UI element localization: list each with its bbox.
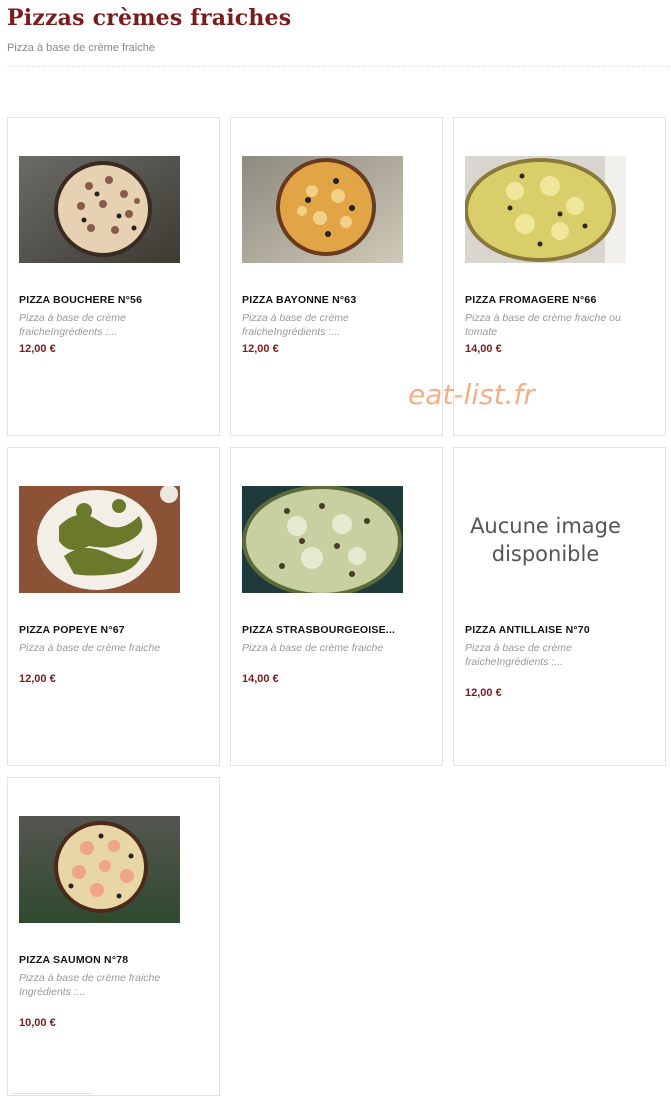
product-card[interactable]: PIZZA BOUCHERE N°56 Pizza à base de crèm… [7,117,220,436]
product-name[interactable]: PIZZA BOUCHERE N°56 [19,294,214,306]
pizza-bouchere-photo[interactable] [19,156,180,263]
product-card[interactable]: PIZZA STRASBOURGEOISE... Pizza à base de… [230,447,443,766]
page-title: Pizzas crèmes fraiches [7,5,292,31]
pizza-bayonne-photo[interactable] [242,156,403,263]
pizza-saumon-photo[interactable] [19,816,180,923]
pizza-popeye-photo[interactable] [19,486,180,593]
product-name[interactable]: PIZZA FROMAGERE N°66 [465,294,660,306]
product-price: 14,00 € [465,343,502,355]
product-price: 12,00 € [465,687,502,699]
product-description: Pizza à base de crème fraiche [242,642,384,654]
pizza-strasbourgeoise-photo[interactable] [242,486,403,593]
product-card[interactable]: Aucune image disponible PIZZA ANTILLAISE… [453,447,666,766]
product-name[interactable]: PIZZA BAYONNE N°63 [242,294,437,306]
watermark: eat-list.fr [408,378,535,411]
product-card[interactable]: PIZZA POPEYE N°67 Pizza à base de crème … [7,447,220,766]
product-description: Pizza à base de crème fraicheIngrédients… [465,642,572,668]
page-subtitle: Pizza à base de crème fraiche [7,42,155,54]
product-description: Pizza à base de crème fraiche [19,642,161,654]
product-price: 10,00 € [19,1017,56,1029]
product-description: Pizza à base de crème fraiche ou tomate [465,312,621,338]
product-price: 12,00 € [242,343,279,355]
header-divider [7,66,670,67]
product-grid: PIZZA BOUCHERE N°56 Pizza à base de crèm… [7,117,667,1097]
product-name[interactable]: PIZZA POPEYE N°67 [19,624,214,636]
product-description: Pizza à base de crème fraicheIngrédients… [242,312,349,338]
product-description: Pizza à base de crème fraicheIngrédients… [19,312,126,338]
product-price: 12,00 € [19,343,56,355]
pizza-fromagere-photo[interactable] [465,156,626,263]
product-card[interactable]: PIZZA SAUMON N°78 Pizza à base de crème … [7,777,220,1096]
product-price: 12,00 € [19,673,56,685]
product-description: Pizza à base de crème fraiche Ingrédient… [19,972,161,998]
product-price: 14,00 € [242,673,279,685]
no-image-placeholder[interactable]: Aucune image disponible [465,486,626,593]
product-name[interactable]: PIZZA STRASBOURGEOISE... [242,624,437,636]
product-name[interactable]: PIZZA ANTILLAISE N°70 [465,624,660,636]
bottom-divider [11,1093,93,1097]
product-name[interactable]: PIZZA SAUMON N°78 [19,954,214,966]
